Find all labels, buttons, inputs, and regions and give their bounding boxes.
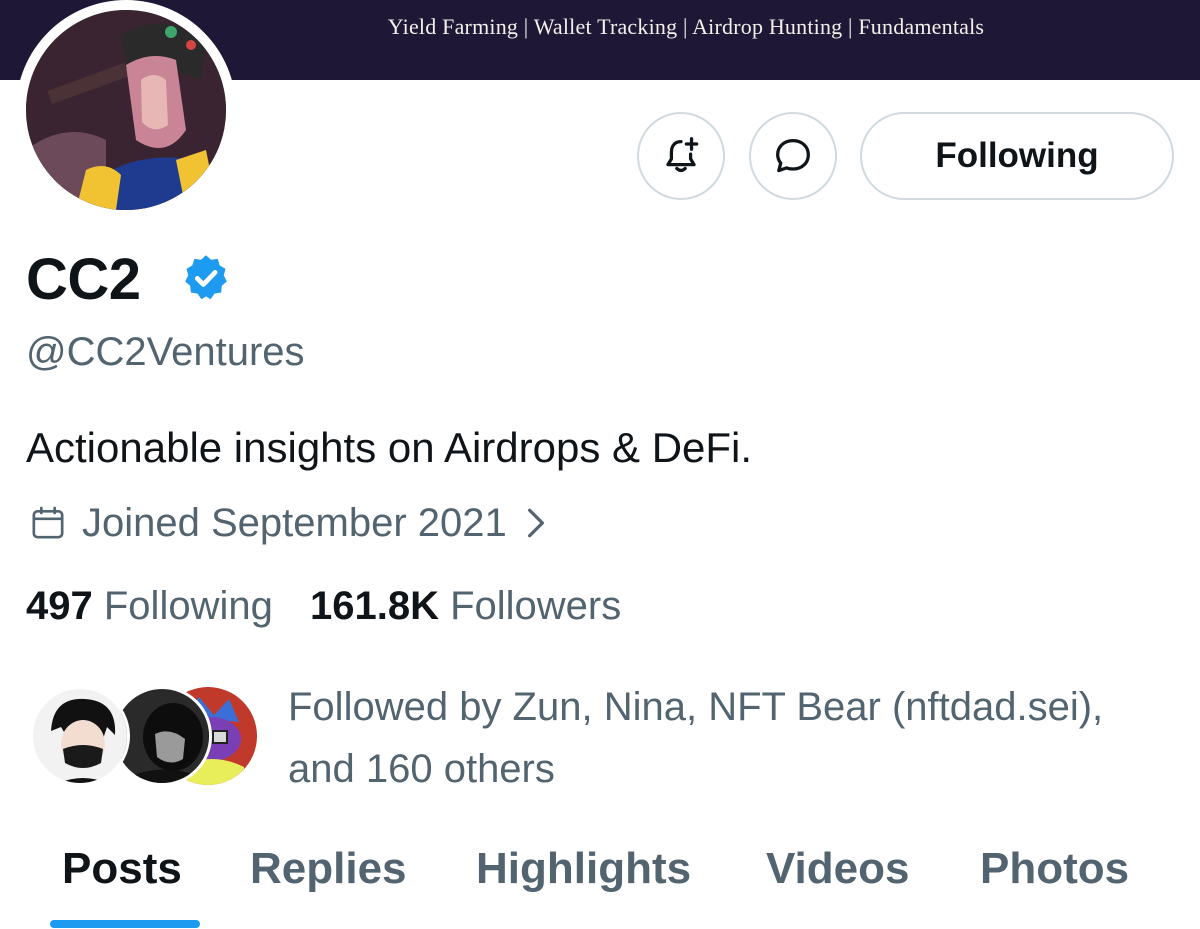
following-stat[interactable]: 497 Following xyxy=(26,584,273,628)
joined-date: Joined September 2021 xyxy=(82,500,507,545)
chevron-right-icon xyxy=(527,508,544,538)
joined-date-row[interactable]: Joined September 2021 xyxy=(28,500,547,546)
followers-stat[interactable]: 161.8K Followers xyxy=(310,584,621,628)
tab-posts[interactable]: Posts xyxy=(62,840,182,929)
tab-highlights[interactable]: Highlights xyxy=(476,840,691,929)
following-count: 497 xyxy=(26,584,93,628)
follow-stats: 497 Following 161.8K Followers xyxy=(26,584,647,629)
tab-label: Photos xyxy=(980,844,1130,893)
following-button[interactable]: Following xyxy=(860,112,1174,200)
avatar-image xyxy=(26,10,226,210)
bell-plus-icon xyxy=(666,137,699,173)
followers-label: Followers xyxy=(450,584,622,628)
tab-label: Highlights xyxy=(476,844,692,893)
avatar[interactable] xyxy=(26,10,226,210)
follower-avatar-zun xyxy=(30,686,130,786)
tab-label: Posts xyxy=(62,844,182,893)
tab-label: Videos xyxy=(766,844,910,893)
display-name: CC2 xyxy=(26,247,141,312)
message-bubble-icon xyxy=(776,139,810,173)
tab-photos[interactable]: Photos xyxy=(980,840,1129,929)
tab-videos[interactable]: Videos xyxy=(766,840,909,929)
followed-by-avatars[interactable] xyxy=(30,684,260,788)
profile-handle: @CC2Ventures xyxy=(26,330,305,374)
followers-count: 161.8K xyxy=(309,584,439,628)
followed-by-text[interactable]: Followed by Zun, Nina, NFT Bear (nftdad.… xyxy=(288,676,1168,800)
notify-button[interactable] xyxy=(637,112,725,200)
tab-label: Replies xyxy=(250,844,407,893)
following-label: Following xyxy=(103,584,273,628)
profile-tabs: Posts Replies Highlights Videos Photos xyxy=(0,840,1200,929)
verified-badge-icon[interactable] xyxy=(180,252,232,304)
calendar-icon xyxy=(32,506,64,539)
tab-replies[interactable]: Replies xyxy=(250,840,407,929)
active-tab-indicator xyxy=(50,920,200,928)
profile-bio: Actionable insights on Airdrops & DeFi. xyxy=(26,424,753,471)
message-button[interactable] xyxy=(749,112,837,200)
